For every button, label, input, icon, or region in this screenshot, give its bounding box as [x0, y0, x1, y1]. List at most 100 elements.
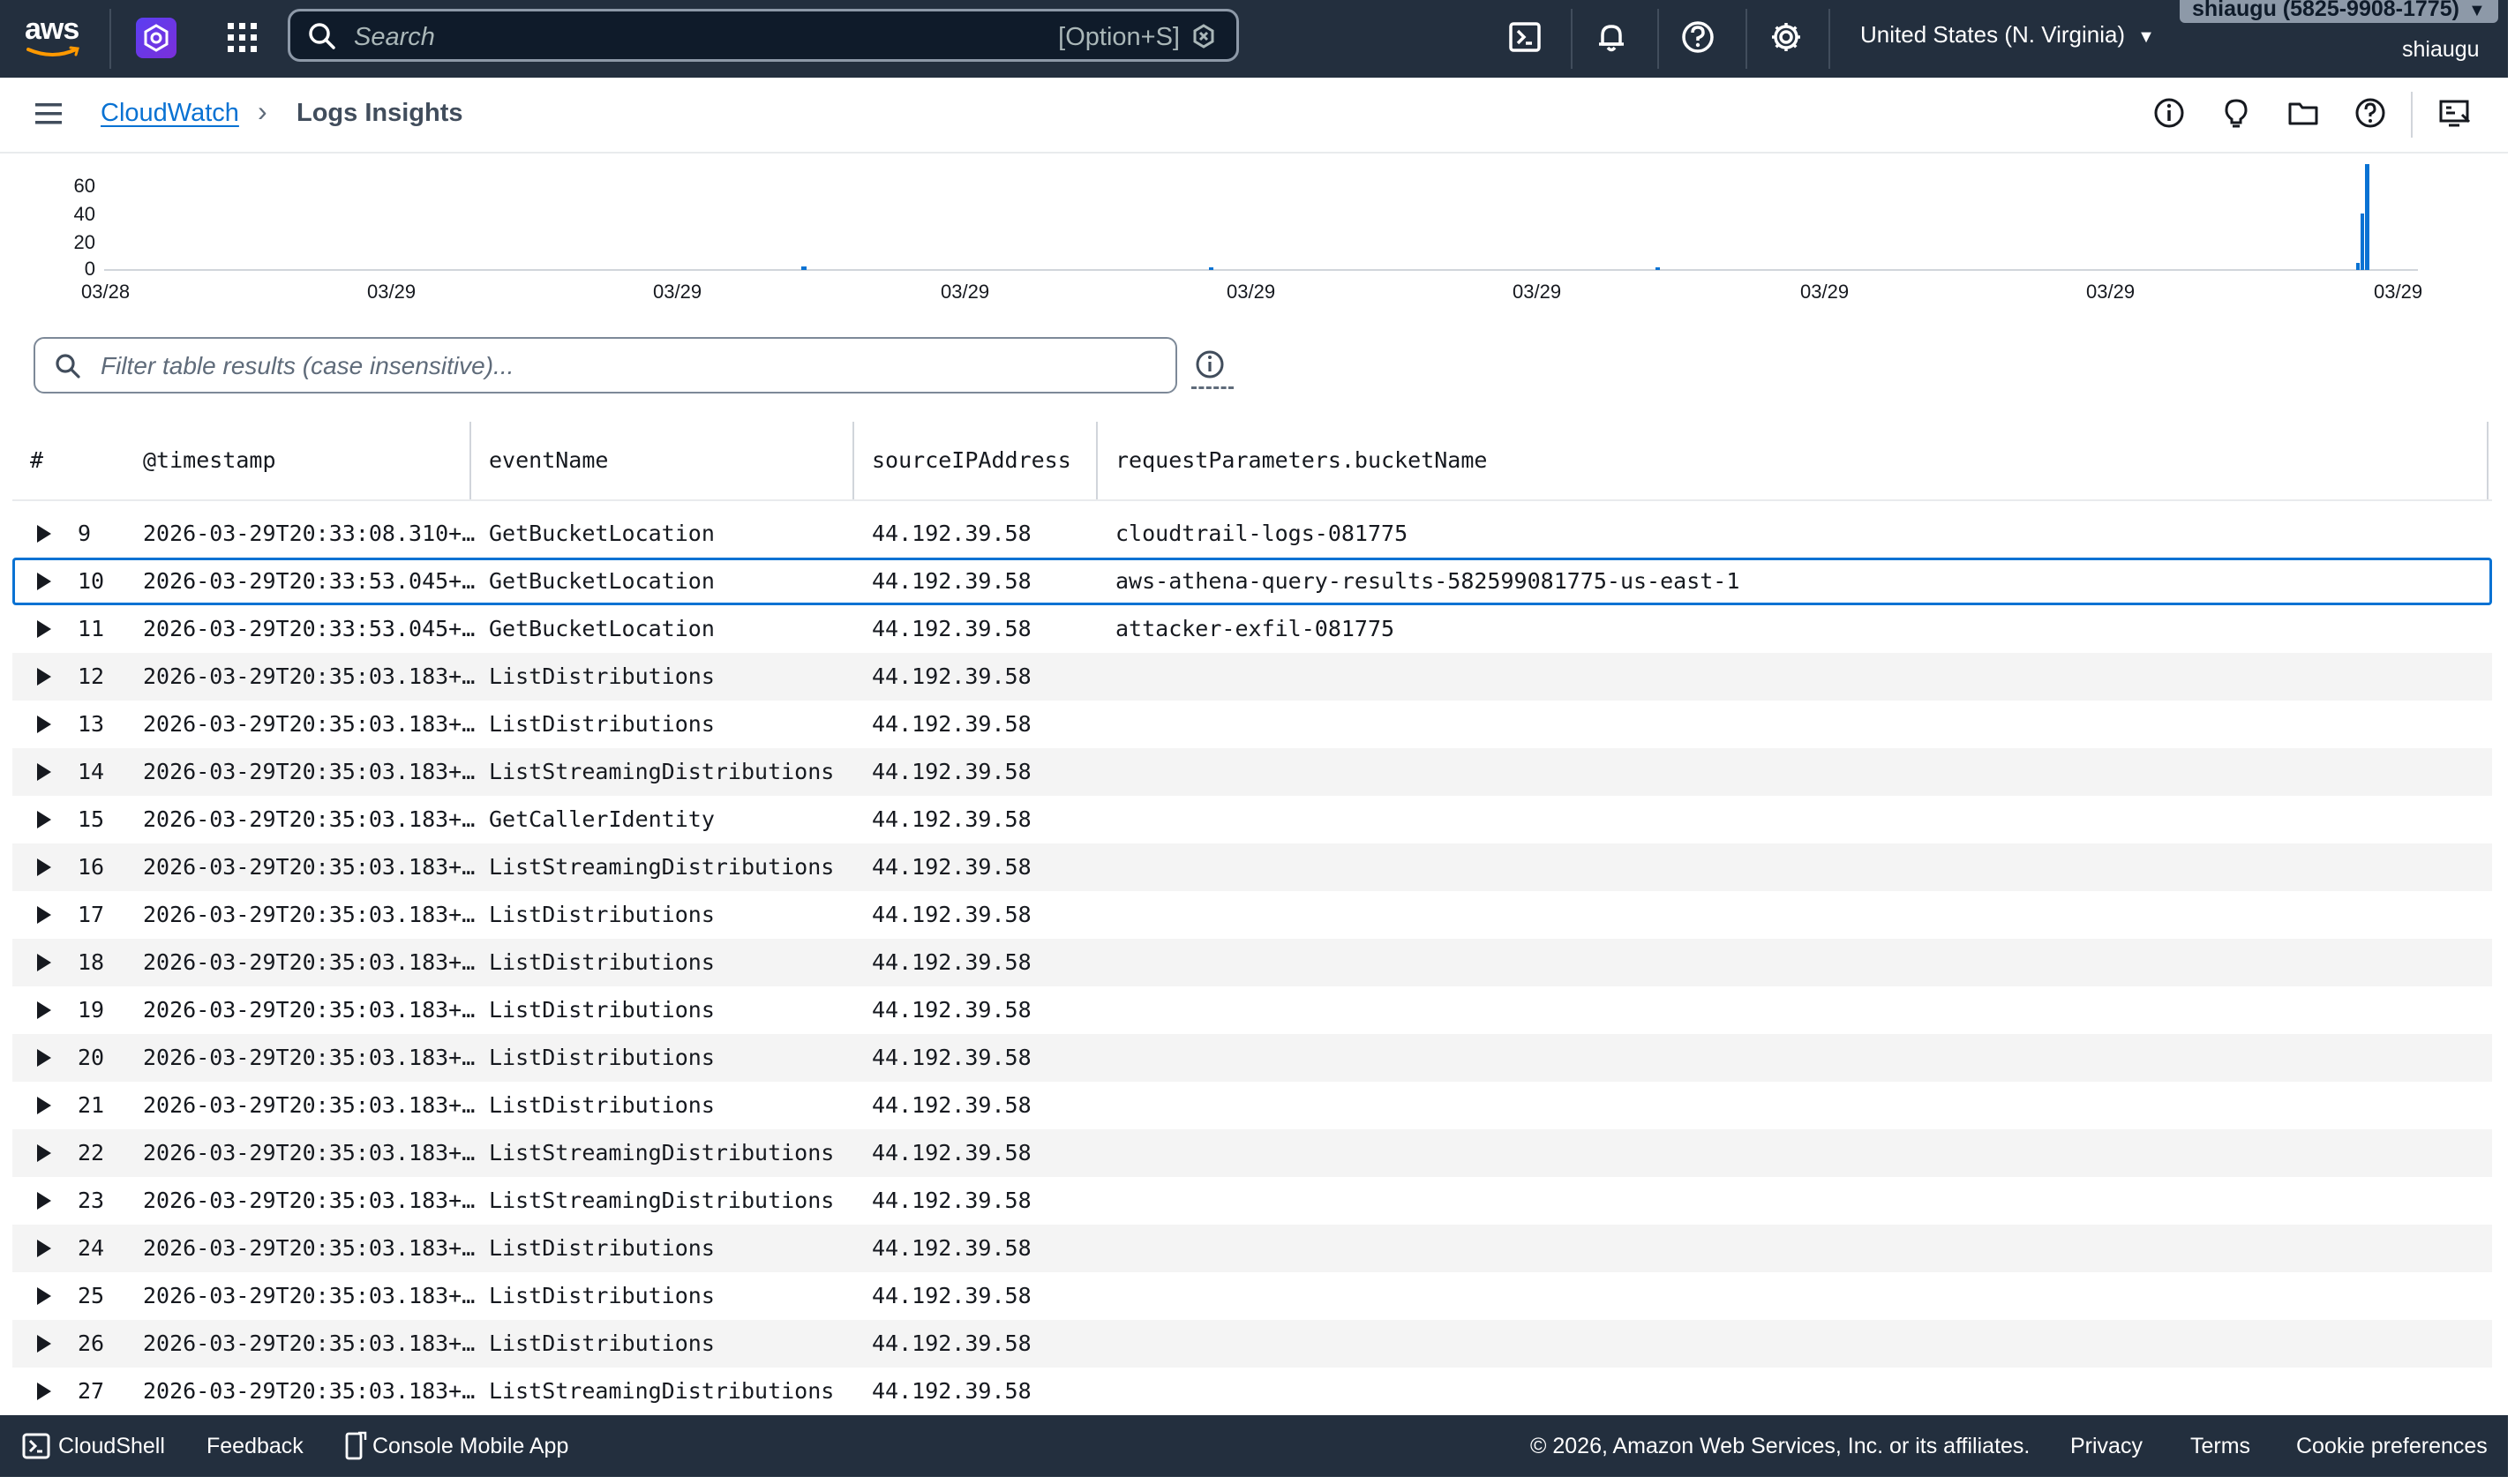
expand-row-icon[interactable]	[37, 1097, 51, 1114]
table-row[interactable]: 26 2026-03-29T20:35:03.183+… ListDistribut…	[12, 1320, 2492, 1368]
footer-privacy[interactable]: Privacy	[2070, 1434, 2143, 1459]
expand-row-icon[interactable]	[37, 525, 51, 543]
gear-icon[interactable]	[1767, 18, 1806, 56]
table-row[interactable]: 21 2026-03-29T20:35:03.183+… ListDistribut…	[12, 1082, 2492, 1129]
service-icon[interactable]	[136, 18, 176, 58]
cell-sourceip: 44.192.39.58	[872, 616, 1032, 641]
row-index: 10	[78, 568, 105, 594]
cell-timestamp: 2026-03-29T20:33:53.045+…	[143, 568, 476, 594]
expand-row-icon[interactable]	[37, 763, 51, 781]
row-index: 18	[78, 949, 105, 975]
column-resizer[interactable]	[852, 422, 854, 499]
column-resizer[interactable]	[2487, 422, 2489, 499]
column-header-eventname[interactable]: eventName	[489, 422, 608, 499]
expand-row-icon[interactable]	[37, 668, 51, 686]
table-row[interactable]: 18 2026-03-29T20:35:03.183+… ListDistribut…	[12, 939, 2492, 986]
expand-row-icon[interactable]	[37, 1383, 51, 1400]
cloudshell-icon[interactable]	[21, 1431, 51, 1461]
expand-row-icon[interactable]	[37, 906, 51, 924]
cell-eventname: GetCallerIdentity	[489, 806, 715, 832]
footer-cookie-preferences[interactable]: Cookie preferences	[2296, 1434, 2488, 1459]
footer-cloudshell[interactable]: CloudShell	[58, 1434, 165, 1459]
table-row[interactable]: 19 2026-03-29T20:35:03.183+… ListDistribut…	[12, 986, 2492, 1034]
cell-timestamp: 2026-03-29T20:35:03.183+…	[143, 663, 476, 689]
table-row[interactable]: 16 2026-03-29T20:35:03.183+… ListStreaming…	[12, 843, 2492, 891]
footer-terms[interactable]: Terms	[2190, 1434, 2250, 1459]
folder-icon[interactable]	[2284, 94, 2323, 132]
help-icon[interactable]	[1678, 18, 1717, 56]
footer-mobile-app[interactable]: Console Mobile App	[372, 1434, 568, 1459]
table-row[interactable]: 10 2026-03-29T20:33:53.045+… GetBucketLoca…	[12, 558, 2492, 605]
expand-row-icon[interactable]	[37, 1001, 51, 1019]
cell-eventname: ListDistributions	[489, 1235, 715, 1261]
cell-timestamp: 2026-03-29T20:33:08.310+…	[143, 521, 476, 546]
column-header-sourceip[interactable]: sourceIPAddress	[872, 422, 1071, 499]
apps-grid-icon[interactable]	[226, 21, 259, 55]
aws-logo[interactable]: aws	[25, 14, 85, 60]
histogram-bar	[1209, 267, 1213, 270]
column-resizer[interactable]	[1096, 422, 1098, 499]
aws-logo-text: aws	[25, 12, 79, 46]
nav-divider	[1745, 9, 1747, 69]
cell-eventname: GetBucketLocation	[489, 616, 715, 641]
cell-timestamp: 2026-03-29T20:35:03.183+…	[143, 1235, 476, 1261]
expand-row-icon[interactable]	[37, 1335, 51, 1353]
table-row[interactable]: 20 2026-03-29T20:35:03.183+… ListDistribut…	[12, 1034, 2492, 1082]
x-tick-label: 03/29	[1513, 281, 1562, 303]
expand-row-icon[interactable]	[37, 1049, 51, 1067]
expand-row-icon[interactable]	[37, 1287, 51, 1305]
expand-row-icon[interactable]	[37, 811, 51, 828]
cell-eventname: ListDistributions	[489, 711, 715, 737]
global-search[interactable]: Search [Option+S]	[288, 9, 1239, 62]
table-row[interactable]: 12 2026-03-29T20:35:03.183+… ListDistribut…	[12, 653, 2492, 701]
column-header-bucketname[interactable]: requestParameters.bucketName	[1115, 422, 1487, 499]
row-index: 21	[78, 1092, 105, 1118]
lightbulb-icon[interactable]	[2217, 94, 2256, 132]
region-selector[interactable]: United States (N. Virginia) ▼	[1860, 21, 2155, 49]
log-histogram: 60 40 20 0 03/28 03/29 03/29 03/29 03/29…	[0, 154, 2508, 312]
table-row[interactable]: 13 2026-03-29T20:35:03.183+… ListDistribut…	[12, 701, 2492, 748]
shortcut-settings-icon[interactable]	[1190, 23, 1217, 49]
feedback-monitor-icon[interactable]	[2436, 94, 2474, 132]
x-tick-label: 03/29	[1800, 281, 1850, 303]
filter-input[interactable]	[99, 346, 1161, 386]
expand-row-icon[interactable]	[37, 716, 51, 733]
bell-icon[interactable]	[1592, 18, 1631, 56]
table-row[interactable]: 17 2026-03-29T20:35:03.183+… ListDistribut…	[12, 891, 2492, 939]
table-row[interactable]: 22 2026-03-29T20:35:03.183+… ListStreaming…	[12, 1129, 2492, 1177]
account-menu[interactable]: shiaugu (5825-9908-1775) ▼	[2180, 0, 2498, 23]
table-row[interactable]: 9 2026-03-29T20:33:08.310+… GetBucketLocat…	[12, 510, 2492, 558]
row-index: 16	[78, 854, 105, 880]
cell-sourceip: 44.192.39.58	[872, 949, 1032, 975]
footer-feedback[interactable]: Feedback	[206, 1434, 304, 1459]
table-row[interactable]: 15 2026-03-29T20:35:03.183+… GetCallerIden…	[12, 796, 2492, 843]
expand-row-icon[interactable]	[37, 954, 51, 971]
column-resizer[interactable]	[469, 422, 471, 499]
cell-sourceip: 44.192.39.58	[872, 1378, 1032, 1404]
table-row[interactable]: 14 2026-03-29T20:35:03.183+… ListStreaming…	[12, 748, 2492, 796]
help-icon[interactable]	[2351, 94, 2390, 132]
table-row[interactable]: 11 2026-03-29T20:33:53.045+… GetBucketLoca…	[12, 605, 2492, 653]
menu-icon[interactable]	[34, 101, 64, 127]
expand-row-icon[interactable]	[37, 1192, 51, 1210]
breadcrumb-cloudwatch[interactable]: CloudWatch	[101, 99, 239, 128]
expand-row-icon[interactable]	[37, 573, 51, 590]
expand-row-icon[interactable]	[37, 1240, 51, 1257]
row-index: 17	[78, 902, 105, 927]
table-row[interactable]: 25 2026-03-29T20:35:03.183+… ListDistribut…	[12, 1272, 2492, 1320]
table-row[interactable]: 24 2026-03-29T20:35:03.183+… ListDistribut…	[12, 1225, 2492, 1272]
row-index: 27	[78, 1378, 105, 1404]
expand-row-icon[interactable]	[37, 620, 51, 638]
cell-bucketname: cloudtrail-logs-081775	[1115, 521, 1408, 546]
column-header-index[interactable]: #	[30, 422, 43, 499]
table-row[interactable]: 23 2026-03-29T20:35:03.183+… ListStreaming…	[12, 1177, 2492, 1225]
column-header-timestamp[interactable]: @timestamp	[143, 422, 276, 499]
footer-copyright: © 2026, Amazon Web Services, Inc. or its…	[1530, 1434, 2031, 1458]
expand-row-icon[interactable]	[37, 1144, 51, 1162]
cloudshell-icon[interactable]	[1505, 18, 1544, 56]
cell-eventname: ListDistributions	[489, 1092, 715, 1118]
info-icon[interactable]	[1193, 348, 1227, 381]
expand-row-icon[interactable]	[37, 858, 51, 876]
info-icon[interactable]	[2150, 94, 2188, 132]
table-row[interactable]: 27 2026-03-29T20:35:03.183+… ListStreaming…	[12, 1368, 2492, 1415]
